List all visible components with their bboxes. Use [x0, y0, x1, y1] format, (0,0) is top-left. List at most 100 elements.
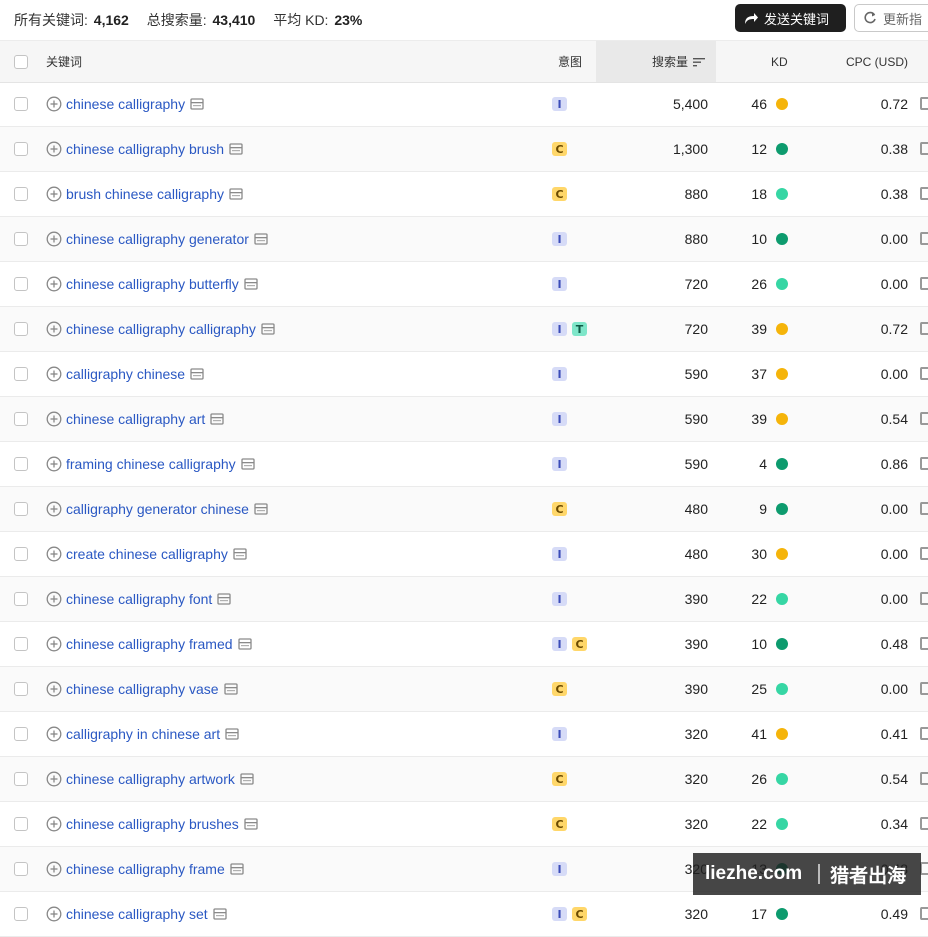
- add-keyword-icon[interactable]: [46, 906, 62, 922]
- add-keyword-icon[interactable]: [46, 96, 62, 112]
- keyword-link[interactable]: chinese calligraphy brushes: [66, 816, 239, 832]
- row-checkbox[interactable]: [14, 322, 28, 336]
- row-checkbox[interactable]: [14, 682, 28, 696]
- serp-features-icon[interactable]: [217, 593, 231, 605]
- keyword-link[interactable]: chinese calligraphy art: [66, 411, 205, 427]
- keyword-link[interactable]: calligraphy generator chinese: [66, 501, 249, 517]
- keyword-link[interactable]: chinese calligraphy brush: [66, 141, 224, 157]
- add-keyword-icon[interactable]: [46, 366, 62, 382]
- row-checkbox[interactable]: [14, 367, 28, 381]
- row-action-icon[interactable]: [920, 592, 928, 605]
- row-action-icon[interactable]: [920, 862, 928, 875]
- serp-features-icon[interactable]: [190, 368, 204, 380]
- row-action-icon[interactable]: [920, 727, 928, 740]
- serp-features-icon[interactable]: [237, 638, 252, 650]
- row-action-icon[interactable]: [920, 817, 928, 830]
- add-keyword-icon[interactable]: [46, 861, 62, 877]
- serp-features-icon[interactable]: [254, 503, 268, 515]
- row-action-icon[interactable]: [920, 682, 928, 695]
- row-action-icon[interactable]: [920, 457, 928, 470]
- send-keywords-button[interactable]: 发送关键词: [735, 4, 846, 32]
- row-checkbox[interactable]: [14, 727, 28, 741]
- keyword-link[interactable]: chinese calligraphy calligraphy: [66, 321, 256, 337]
- add-keyword-icon[interactable]: [46, 276, 62, 292]
- row-checkbox[interactable]: [14, 277, 28, 291]
- row-checkbox[interactable]: [14, 817, 28, 831]
- row-checkbox[interactable]: [14, 142, 28, 156]
- row-checkbox[interactable]: [14, 862, 28, 876]
- serp-features-icon[interactable]: [244, 278, 258, 290]
- add-keyword-icon[interactable]: [46, 681, 62, 697]
- keyword-link[interactable]: chinese calligraphy artwork: [66, 771, 235, 787]
- row-checkbox[interactable]: [14, 592, 28, 606]
- add-keyword-icon[interactable]: [46, 141, 62, 157]
- keyword-link[interactable]: chinese calligraphy generator: [66, 231, 249, 247]
- row-checkbox[interactable]: [14, 502, 28, 516]
- serp-features-icon[interactable]: [261, 323, 275, 335]
- keyword-link[interactable]: brush chinese calligraphy: [66, 186, 224, 202]
- column-header-cpc[interactable]: CPC (USD): [846, 41, 908, 82]
- serp-features-icon[interactable]: [230, 863, 244, 875]
- add-keyword-icon[interactable]: [46, 591, 62, 607]
- row-checkbox[interactable]: [14, 637, 28, 651]
- row-action-icon[interactable]: [920, 97, 928, 110]
- add-keyword-icon[interactable]: [46, 546, 62, 562]
- keyword-link[interactable]: chinese calligraphy: [66, 96, 185, 112]
- keyword-link[interactable]: chinese calligraphy butterfly: [66, 276, 239, 292]
- keyword-link[interactable]: chinese calligraphy frame: [66, 861, 225, 877]
- serp-features-icon[interactable]: [212, 908, 227, 920]
- serp-features-icon[interactable]: [244, 818, 258, 830]
- add-keyword-icon[interactable]: [46, 456, 62, 472]
- serp-features-icon[interactable]: [225, 728, 239, 740]
- row-action-icon[interactable]: [920, 547, 928, 560]
- add-keyword-icon[interactable]: [46, 816, 62, 832]
- column-header-keyword[interactable]: 关键词: [46, 41, 82, 82]
- add-keyword-icon[interactable]: [46, 636, 62, 652]
- column-header-kd[interactable]: KD: [771, 41, 788, 82]
- row-checkbox[interactable]: [14, 187, 28, 201]
- update-metrics-button[interactable]: 更新指: [854, 4, 928, 32]
- serp-features-icon[interactable]: [190, 98, 204, 110]
- serp-features-icon[interactable]: [240, 458, 255, 470]
- keyword-link[interactable]: framing chinese calligraphy: [66, 456, 236, 472]
- add-keyword-icon[interactable]: [46, 186, 62, 202]
- row-action-icon[interactable]: [920, 367, 928, 380]
- column-header-volume[interactable]: 搜索量: [652, 41, 706, 82]
- keyword-link[interactable]: chinese calligraphy vase: [66, 681, 219, 697]
- row-action-icon[interactable]: [920, 772, 928, 785]
- keyword-link[interactable]: chinese calligraphy set: [66, 906, 208, 922]
- select-all-checkbox[interactable]: [14, 54, 28, 69]
- keyword-link[interactable]: calligraphy in chinese art: [66, 726, 220, 742]
- keyword-link[interactable]: create chinese calligraphy: [66, 546, 228, 562]
- keyword-link[interactable]: chinese calligraphy font: [66, 591, 212, 607]
- row-action-icon[interactable]: [920, 907, 928, 920]
- serp-features-icon[interactable]: [240, 773, 254, 785]
- row-checkbox[interactable]: [14, 547, 28, 561]
- row-action-icon[interactable]: [920, 232, 928, 245]
- row-checkbox[interactable]: [14, 97, 28, 111]
- row-checkbox[interactable]: [14, 772, 28, 786]
- add-keyword-icon[interactable]: [46, 321, 62, 337]
- row-action-icon[interactable]: [920, 322, 928, 335]
- row-action-icon[interactable]: [920, 502, 928, 515]
- serp-features-icon[interactable]: [229, 143, 243, 155]
- row-action-icon[interactable]: [920, 277, 928, 290]
- row-checkbox[interactable]: [14, 457, 28, 471]
- row-action-icon[interactable]: [920, 637, 928, 650]
- add-keyword-icon[interactable]: [46, 726, 62, 742]
- serp-features-icon[interactable]: [233, 548, 247, 560]
- add-keyword-icon[interactable]: [46, 771, 62, 787]
- add-keyword-icon[interactable]: [46, 231, 62, 247]
- serp-features-icon[interactable]: [210, 413, 224, 425]
- add-keyword-icon[interactable]: [46, 411, 62, 427]
- serp-features-icon[interactable]: [254, 233, 268, 245]
- keyword-link[interactable]: chinese calligraphy framed: [66, 636, 233, 652]
- keyword-link[interactable]: calligraphy chinese: [66, 366, 185, 382]
- serp-features-icon[interactable]: [229, 188, 243, 200]
- row-checkbox[interactable]: [14, 907, 28, 921]
- column-header-intent[interactable]: 意图: [558, 41, 582, 82]
- add-keyword-icon[interactable]: [46, 501, 62, 517]
- row-action-icon[interactable]: [920, 412, 928, 425]
- serp-features-icon[interactable]: [223, 683, 238, 695]
- row-action-icon[interactable]: [920, 187, 928, 200]
